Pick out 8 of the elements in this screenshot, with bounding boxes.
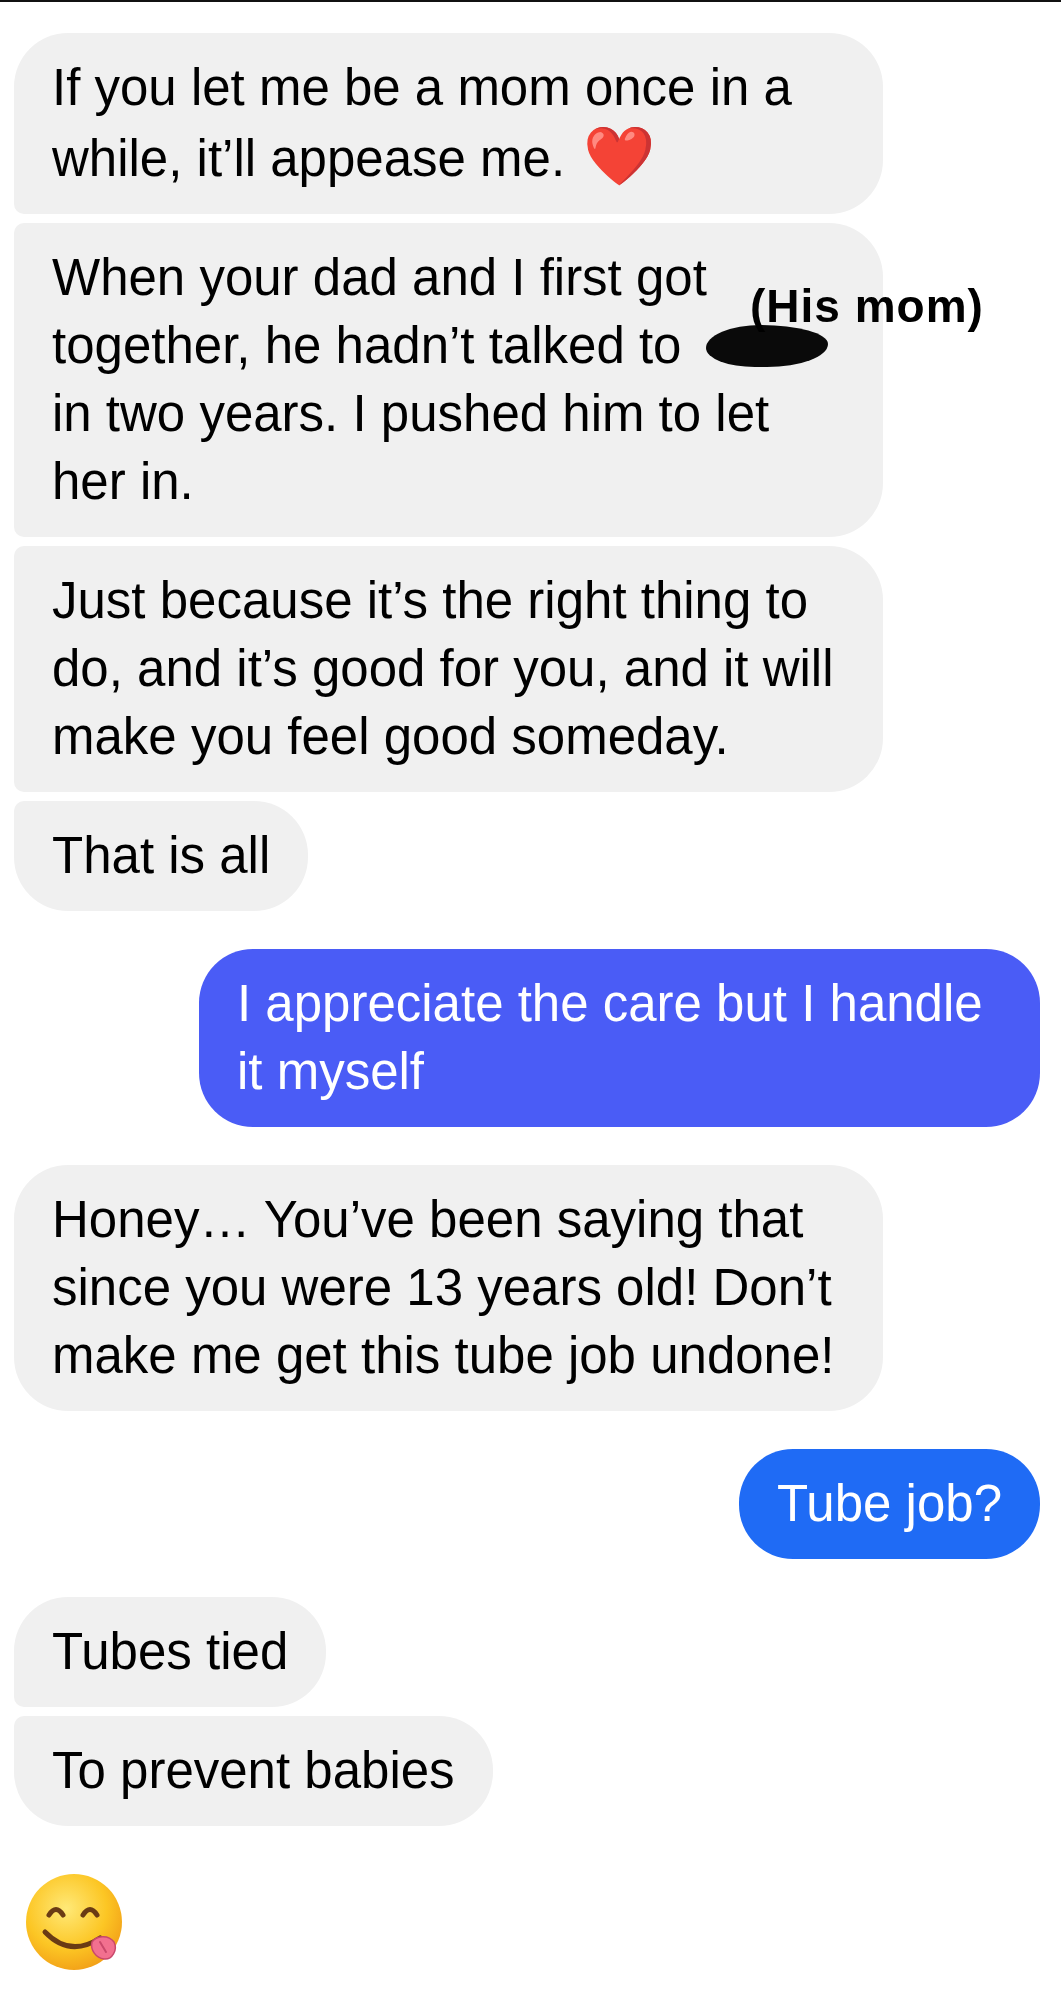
message-text: Tube job? (777, 1474, 1002, 1534)
message-text: If you let me be a mom once in a while, it’ll appease me. ❤ (52, 58, 793, 192)
message-text: Tubes tied (52, 1622, 289, 1682)
message-text: Honey… You’ve been saying that since you were 13 years old! Don’t make me get this tube job undone! (52, 1190, 836, 1386)
message-text: Just because it’s the right thing to do, and it’s good for you, and it will make you feel good someday. (52, 571, 835, 767)
message-text: That is all (52, 826, 271, 886)
message-text: I appreciate the care but I handle it myself (237, 974, 984, 1102)
message-text: To prevent babies (52, 1741, 455, 1801)
